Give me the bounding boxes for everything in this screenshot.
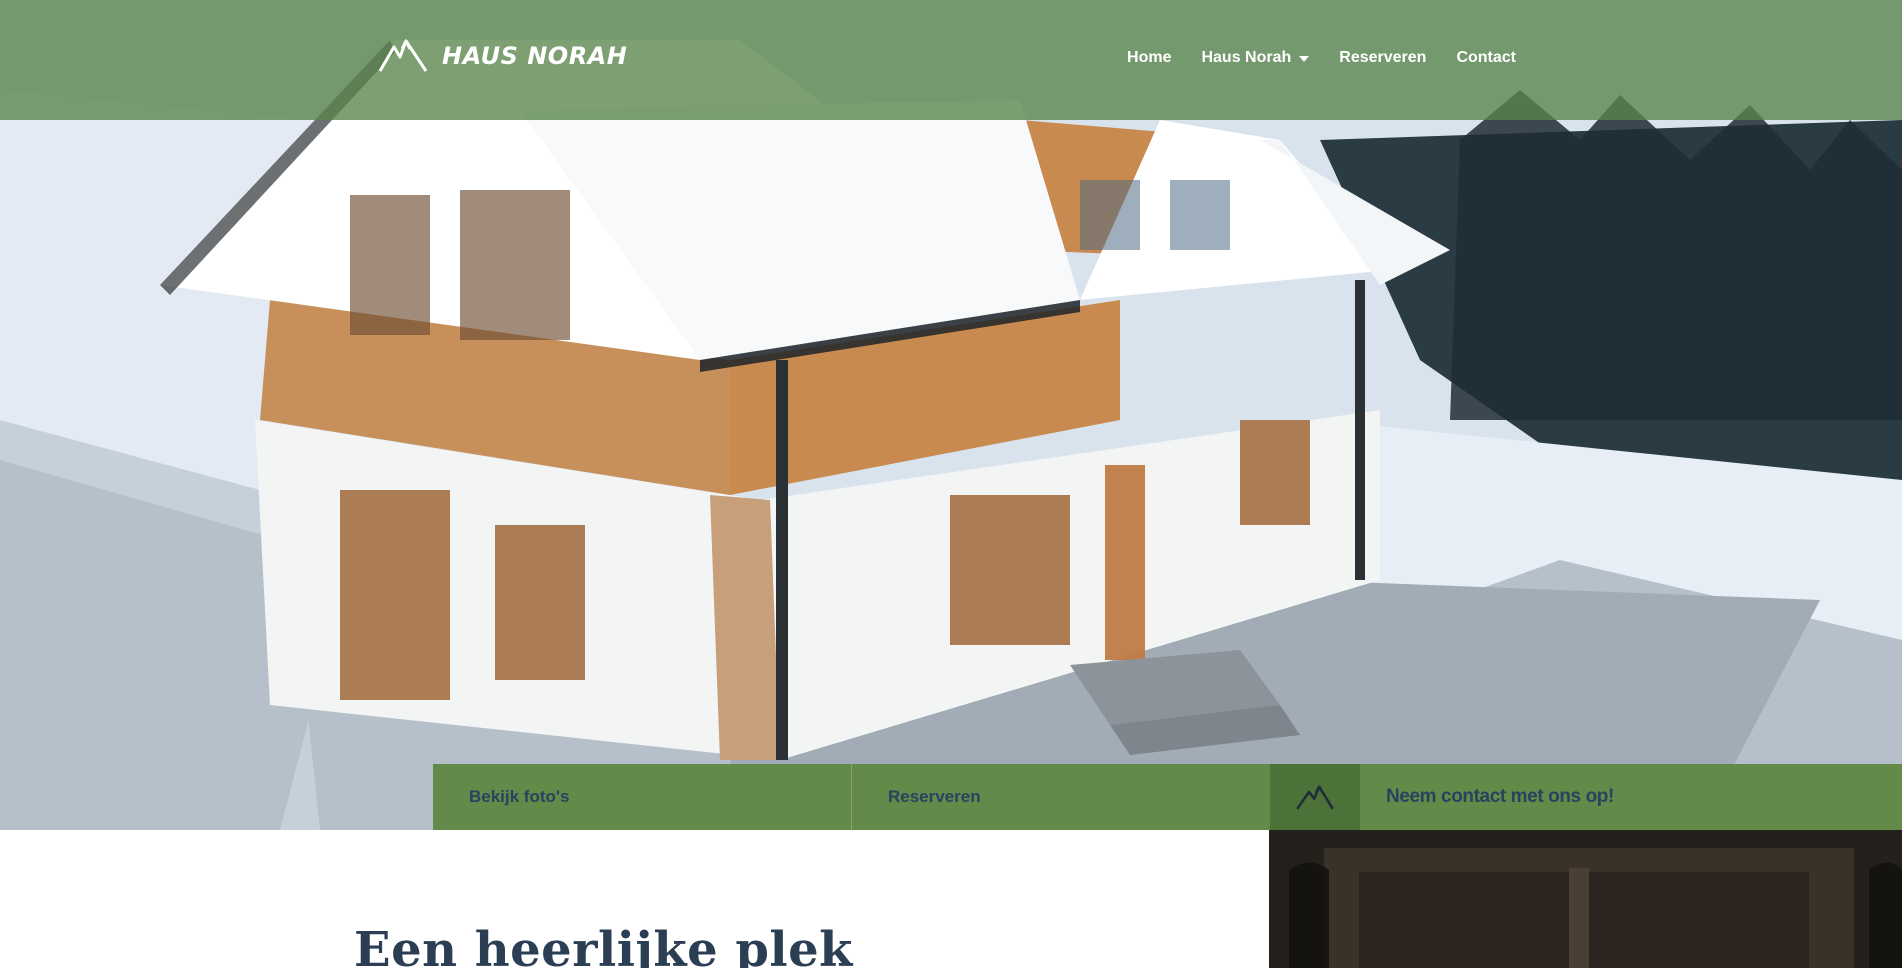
hero-image bbox=[0, 0, 1902, 830]
interior-photo bbox=[1269, 830, 1902, 968]
section-heading: Een heerlijke plek bbox=[354, 922, 853, 968]
brand-logo[interactable]: HAUS NORAH bbox=[376, 32, 627, 80]
reserve-label: Reserveren bbox=[888, 787, 981, 806]
contact-cta[interactable]: Neem contact met ons op! bbox=[1270, 764, 1902, 830]
nav-home-label: Home bbox=[1127, 49, 1172, 66]
caret-down-icon bbox=[1299, 56, 1310, 62]
hero-photo-house bbox=[0, 0, 1902, 830]
nav-haus-norah-label: Haus Norah bbox=[1201, 49, 1292, 66]
brand-name: HAUS NORAH bbox=[442, 42, 628, 70]
nav-contact-label: Contact bbox=[1456, 49, 1516, 66]
nav-reserveren[interactable]: Reserveren bbox=[1339, 50, 1426, 66]
nav-haus-norah[interactable]: Haus Norah bbox=[1201, 49, 1310, 66]
mountain-icon bbox=[376, 33, 430, 80]
intro-section: Een heerlijke plek bbox=[0, 830, 1902, 968]
nav-contact[interactable]: Contact bbox=[1456, 50, 1516, 66]
view-photos-label: Bekijk foto's bbox=[469, 787, 570, 806]
hero-action-bar: Bekijk foto's Reserveren Neem contact me… bbox=[433, 764, 1902, 830]
view-photos-button[interactable]: Bekijk foto's bbox=[433, 764, 852, 830]
interior-image bbox=[1269, 830, 1902, 968]
contact-cta-label: Neem contact met ons op! bbox=[1360, 764, 1902, 830]
nav-reserveren-label: Reserveren bbox=[1339, 49, 1427, 66]
page: HAUS NORAH Home Haus Norah Reserveren Co… bbox=[0, 0, 1902, 968]
main-navigation: Home Haus Norah Reserveren Contact bbox=[1127, 50, 1516, 66]
reserve-button[interactable]: Reserveren bbox=[852, 764, 1270, 830]
top-header: HAUS NORAH Home Haus Norah Reserveren Co… bbox=[0, 0, 1902, 120]
nav-home[interactable]: Home bbox=[1127, 50, 1171, 66]
mountain-icon bbox=[1270, 764, 1360, 830]
